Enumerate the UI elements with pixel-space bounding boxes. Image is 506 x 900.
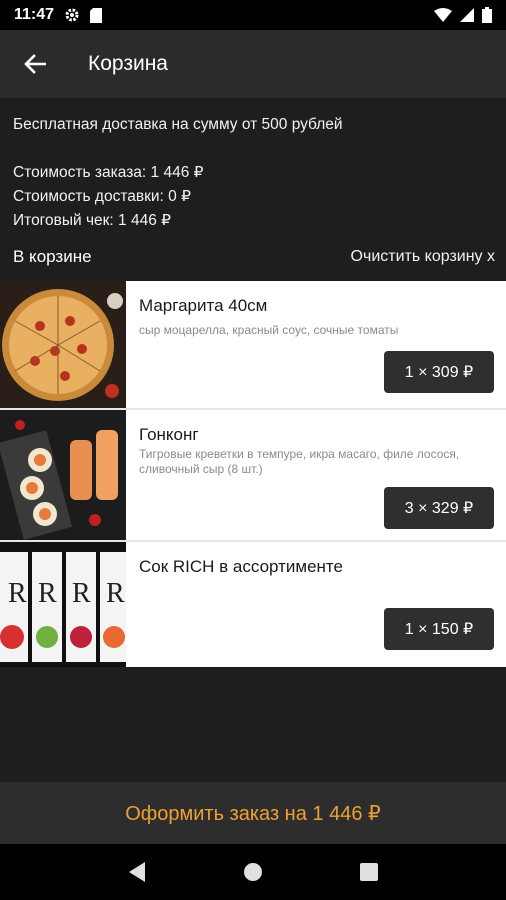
svg-text:R: R bbox=[106, 578, 125, 609]
checkout-button[interactable]: Оформить заказ на 1 446 ₽ bbox=[0, 782, 506, 844]
svg-text:R: R bbox=[38, 578, 57, 609]
item-name: Гонконг bbox=[139, 425, 199, 444]
item-name: Маргарита 40см bbox=[139, 296, 268, 315]
cart-list: Маргарита 40см сыр моцарелла, красный со… bbox=[0, 281, 506, 667]
delivery-cost: Стоимость доставки: 0 ₽ bbox=[13, 188, 191, 205]
nav-recents-icon[interactable] bbox=[359, 862, 379, 882]
sushi-image bbox=[0, 410, 126, 540]
quantity-button[interactable]: 1 × 150 ₽ bbox=[384, 608, 494, 650]
checkout-label: Оформить заказ на 1 446 ₽ bbox=[125, 802, 381, 825]
order-summary: Бесплатная доставка на сумму от 500 рубл… bbox=[0, 98, 506, 281]
wifi-icon bbox=[434, 8, 452, 22]
arrow-left-icon bbox=[24, 54, 46, 74]
status-time: 11:47 bbox=[14, 6, 55, 23]
cart-item[interactable]: Маргарита 40см сыр моцарелла, красный со… bbox=[0, 281, 506, 410]
svg-text:R: R bbox=[8, 578, 27, 609]
cart-item[interactable]: Гонконг Тигровые креветки в темпуре, икр… bbox=[0, 410, 506, 542]
juice-image: R R R R bbox=[0, 542, 126, 667]
nav-back-icon[interactable] bbox=[127, 861, 147, 883]
pizza-image bbox=[0, 281, 126, 408]
item-name: Сок RICH в ассортименте bbox=[139, 557, 343, 576]
total-cost: Итоговый чек: 1 446 ₽ bbox=[13, 212, 172, 229]
status-bar: 11:47 bbox=[0, 0, 506, 30]
app-bar: Корзина bbox=[0, 30, 506, 98]
svg-text:R: R bbox=[72, 578, 91, 609]
system-nav-bar bbox=[0, 844, 506, 900]
quantity-button[interactable]: 3 × 329 ₽ bbox=[384, 487, 494, 529]
signal-icon bbox=[460, 8, 474, 22]
back-button[interactable] bbox=[0, 30, 70, 98]
quantity-button[interactable]: 1 × 309 ₽ bbox=[384, 351, 494, 393]
sd-card-icon bbox=[90, 7, 103, 23]
in-cart-heading: В корзине bbox=[13, 247, 92, 266]
battery-icon bbox=[482, 7, 492, 23]
cart-item[interactable]: R R R R Сок RICH в ассортименте 1 × 150 … bbox=[0, 542, 506, 667]
page-title: Корзина bbox=[88, 52, 168, 75]
item-description: Тигровые креветки в темпуре, икра масаго… bbox=[139, 447, 460, 476]
order-cost: Стоимость заказа: 1 446 ₽ bbox=[13, 164, 204, 181]
clear-cart-button[interactable]: Очистить корзину x bbox=[351, 248, 495, 266]
nav-home-icon[interactable] bbox=[242, 861, 264, 883]
settings-icon bbox=[65, 8, 79, 22]
free-delivery-note: Бесплатная доставка на сумму от 500 рубл… bbox=[13, 116, 343, 133]
item-description: сыр моцарелла, красный соус, сочные тома… bbox=[139, 323, 399, 337]
